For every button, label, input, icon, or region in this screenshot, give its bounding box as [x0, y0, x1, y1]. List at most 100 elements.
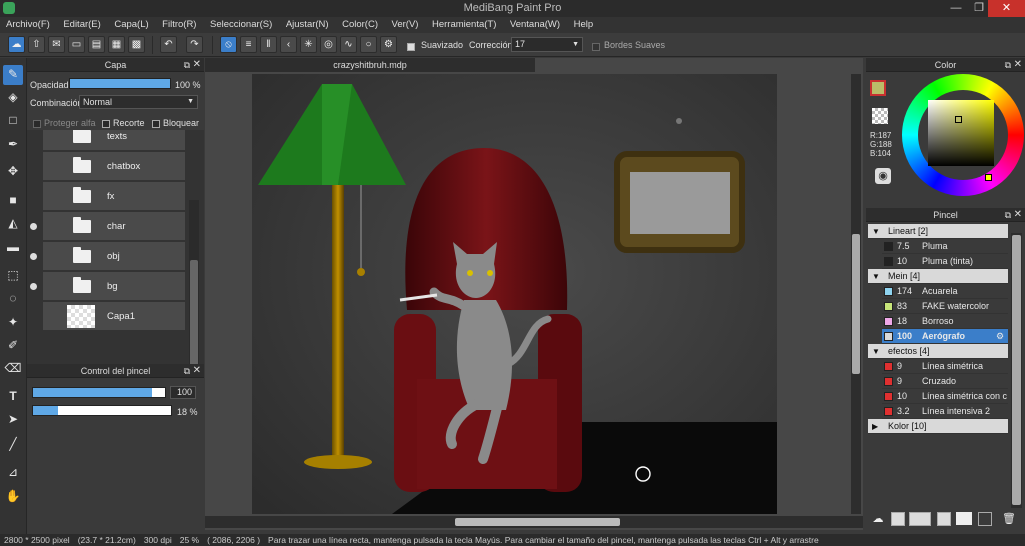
layer-row[interactable]: Capa1 [43, 302, 185, 331]
trash-icon[interactable]: 🗑 [1002, 512, 1016, 526]
parallel-snap-icon[interactable]: ≡ [240, 36, 257, 53]
smooth-checkbox[interactable] [407, 41, 418, 51]
eraser-tool-icon[interactable]: ◈ [3, 88, 23, 108]
brush-item[interactable]: 9 Línea simétrica [882, 359, 1008, 374]
pen-tool-icon[interactable]: ✒ [3, 135, 23, 155]
brush-group[interactable]: ▼ Mein [4] [868, 269, 1008, 284]
menu-color[interactable]: Color(C) [336, 17, 383, 30]
layer-scrollbar[interactable] [189, 200, 199, 390]
concentric-snap-icon[interactable]: ◎ [320, 36, 337, 53]
bucket-tool-icon[interactable]: ◭ [3, 214, 23, 234]
snap-settings-icon[interactable]: ⚙ [380, 36, 397, 53]
menu-herramienta[interactable]: Herramienta(T) [426, 17, 501, 30]
grid-doc-icon[interactable]: ▦ [108, 36, 125, 53]
brush-item[interactable]: 10 Pluma (tinta) [882, 254, 1008, 269]
gear-icon[interactable]: ⚙ [996, 329, 1004, 344]
upload-icon[interactable]: ⇧ [28, 36, 45, 53]
layer-row[interactable]: texts [43, 130, 185, 151]
menu-editar[interactable]: Editar(E) [57, 17, 105, 30]
layer-row[interactable]: fx [43, 182, 185, 211]
menu-help[interactable]: Help [568, 17, 599, 30]
menu-seleccionar[interactable]: Seleccionar(S) [204, 17, 277, 30]
scroll-thumb[interactable] [455, 518, 620, 526]
scroll-thumb[interactable] [190, 260, 198, 380]
new-brush-icon[interactable] [891, 512, 905, 526]
brush-group[interactable]: ▼ efectos [4] [868, 344, 1008, 359]
close-icon[interactable]: ✕ [1014, 58, 1022, 72]
magic-wand-tool-icon[interactable]: ✦ [3, 313, 23, 333]
popout-icon[interactable]: ⧉ [184, 364, 190, 378]
cloud-download-icon[interactable]: ☁ [870, 512, 886, 528]
brush-item-selected[interactable]: 100 Aerógrafo ⚙ [882, 329, 1008, 344]
transparent-color-swatch[interactable] [872, 108, 888, 124]
popout-icon[interactable]: ⧉ [184, 58, 190, 72]
curve-snap-icon[interactable]: ∿ [340, 36, 357, 53]
primary-color-swatch[interactable] [870, 80, 886, 96]
brush-item[interactable]: 174 Acuarela [882, 284, 1008, 299]
menu-archivo[interactable]: Archivo(F) [0, 17, 55, 30]
menu-capa[interactable]: Capa(L) [108, 17, 153, 30]
brush-item[interactable]: 10 Línea simétrica con c [882, 389, 1008, 404]
clipping-checkbox[interactable]: Recorte [102, 118, 145, 128]
color-square[interactable] [928, 100, 994, 166]
correction-select[interactable]: 17 ▼ [511, 37, 583, 52]
cloud-icon[interactable]: ☁ [8, 36, 25, 53]
layer-opacity-slider[interactable] [69, 78, 171, 89]
lasso-tool-icon[interactable]: ◌ [3, 289, 23, 309]
perspective-snap-icon[interactable]: ‹ [280, 36, 297, 53]
move-tool-icon[interactable]: ✥ [3, 162, 23, 182]
layer-row[interactable]: chatbox [43, 152, 185, 181]
brush-item[interactable]: 9 Cruzado [882, 374, 1008, 389]
brush-size-input[interactable]: 100 [170, 386, 196, 399]
close-icon[interactable]: ✕ [193, 364, 201, 378]
popout-icon[interactable]: ⧉ [1005, 208, 1011, 222]
operation-tool-icon[interactable]: ➤ [3, 410, 23, 430]
tiles-icon[interactable]: ▩ [128, 36, 145, 53]
hand-tool-icon[interactable]: ✋ [3, 487, 23, 507]
select-rect-tool-icon[interactable]: ⬚ [3, 266, 23, 286]
brush-size-slider[interactable] [32, 387, 166, 398]
menu-ver[interactable]: Ver(V) [386, 17, 424, 30]
text-tool-icon[interactable]: T [3, 387, 23, 407]
visibility-icon[interactable] [30, 283, 37, 290]
gradient-tool-icon[interactable]: ▬ [3, 238, 23, 258]
popout-icon[interactable]: ⧉ [1005, 58, 1011, 72]
brush-tool-icon[interactable]: ✎ [3, 65, 23, 85]
scroll-thumb[interactable] [852, 234, 860, 374]
snap-off-icon[interactable]: ⦸ [220, 36, 237, 53]
lock-checkbox[interactable]: Bloquear [152, 118, 199, 128]
divide-tool-icon[interactable]: ╱ [3, 435, 23, 455]
blend-mode-select[interactable]: Normal ▼ [79, 95, 198, 109]
brush-doc-icon[interactable] [937, 512, 951, 526]
duplicate-brush-icon[interactable] [978, 512, 992, 526]
undo-icon[interactable]: ↶ [160, 36, 177, 53]
menu-ventana[interactable]: Ventana(W) [504, 17, 565, 30]
chat-icon[interactable]: ✉ [48, 36, 65, 53]
layer-row[interactable]: bg [30, 272, 185, 301]
select-eraser-tool-icon[interactable]: ⌫ [3, 359, 23, 379]
canvas-vertical-scrollbar[interactable] [851, 74, 861, 514]
color-wheel[interactable] [902, 74, 1024, 196]
close-button[interactable]: ✕ [988, 0, 1025, 17]
eyedropper-tool-icon[interactable]: ⊿ [3, 463, 23, 483]
brush-item[interactable]: 3.2 Línea intensiva 2 [882, 404, 1008, 419]
palette-icon[interactable]: ◉ [875, 168, 891, 184]
brush-opacity-slider[interactable] [32, 405, 172, 416]
brush-folder-icon[interactable] [956, 512, 972, 525]
select-pen-tool-icon[interactable]: ✐ [3, 336, 23, 356]
rectangle-tool-icon[interactable]: □ [3, 111, 23, 131]
document-tab[interactable]: crazyshitbruh.mdp [205, 58, 535, 72]
menu-filtro[interactable]: Filtro(R) [156, 17, 201, 30]
circle-snap-icon[interactable]: ○ [360, 36, 377, 53]
brush-item[interactable]: 7.5 Pluma [882, 239, 1008, 254]
layer-row[interactable]: obj [30, 242, 185, 271]
document-icon[interactable]: ▤ [88, 36, 105, 53]
soft-edges-checkbox[interactable] [592, 41, 603, 51]
visibility-icon[interactable] [30, 253, 37, 260]
redo-icon[interactable]: ↷ [186, 36, 203, 53]
menu-ajustar[interactable]: Ajustar(N) [280, 17, 334, 30]
comment-icon[interactable]: ▭ [68, 36, 85, 53]
artwork-canvas[interactable] [252, 74, 777, 514]
layer-row[interactable]: char [30, 212, 185, 241]
radial-snap-icon[interactable]: ✳ [300, 36, 317, 53]
